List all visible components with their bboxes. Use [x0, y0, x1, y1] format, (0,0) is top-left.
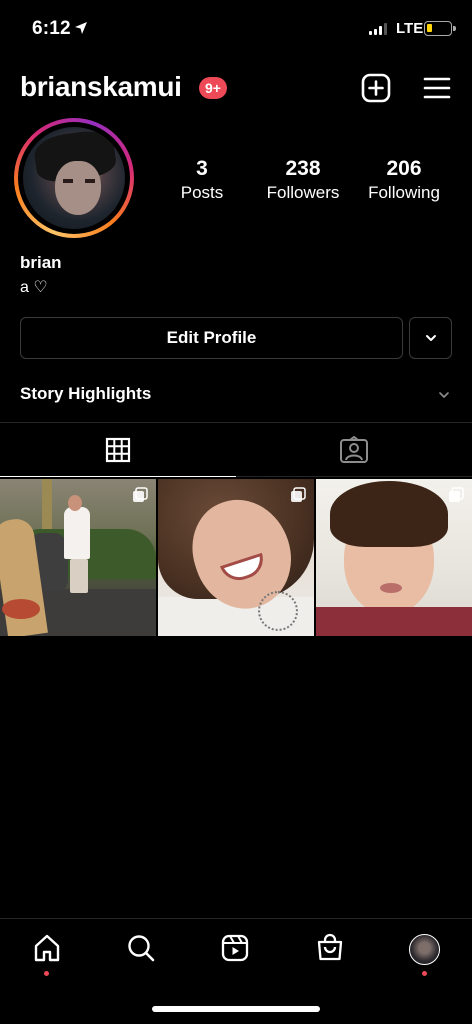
status-time: 6:12 — [32, 18, 71, 39]
shop-icon[interactable] — [315, 933, 345, 963]
home-icon[interactable] — [32, 933, 62, 963]
post-thumbnail[interactable] — [0, 479, 156, 636]
stat-value: 238 — [285, 157, 321, 180]
network-type: LTE — [396, 20, 424, 37]
profile-avatar-story-ring[interactable] — [14, 118, 134, 238]
home-indicator[interactable] — [152, 1006, 320, 1012]
posts-grid — [0, 479, 472, 636]
carousel-icon — [133, 487, 148, 502]
reels-icon[interactable] — [220, 933, 250, 963]
chevron-down-icon — [425, 335, 436, 341]
profile-avatar — [23, 127, 125, 229]
story-highlights-toggle[interactable]: Story Highlights — [20, 384, 151, 404]
search-icon[interactable] — [126, 933, 156, 963]
stat-value: 3 — [196, 157, 208, 180]
status-bar: 6:12 LTE — [0, 0, 472, 58]
post-thumbnail[interactable] — [316, 479, 472, 636]
stat-value: 206 — [386, 157, 422, 180]
profile-display-name: brian — [20, 253, 62, 272]
profile-header: brianskamui 9+ — [0, 64, 472, 114]
carousel-icon — [291, 487, 306, 502]
account-switcher-username[interactable]: brianskamui — [20, 71, 182, 103]
chevron-down-icon[interactable] — [437, 388, 451, 402]
suggested-accounts-button[interactable] — [409, 317, 452, 359]
battery-icon — [424, 21, 456, 36]
stat-label: Following — [368, 183, 440, 202]
stat-followers[interactable]: 238 Followers — [253, 157, 353, 204]
stat-label: Posts — [180, 183, 224, 202]
stat-following[interactable]: 206 Following — [354, 157, 454, 204]
profile-avatar[interactable] — [409, 934, 440, 965]
profile-notification-dot — [422, 971, 427, 976]
tab-posts-grid[interactable] — [0, 423, 236, 477]
post-thumbnail[interactable] — [158, 479, 314, 636]
notification-badge[interactable]: 9+ — [199, 77, 227, 99]
stat-label: Followers — [266, 183, 340, 202]
add-square-icon[interactable] — [360, 72, 392, 104]
profile-bio: a ♡ — [20, 279, 48, 296]
carousel-icon — [449, 487, 464, 502]
tab-tagged[interactable] — [236, 423, 472, 477]
home-notification-dot — [44, 971, 49, 976]
cellular-signal-icon — [369, 23, 387, 35]
grid-icon — [105, 437, 131, 462]
hamburger-menu-icon[interactable] — [421, 72, 453, 104]
location-arrow-icon — [75, 22, 87, 34]
tagged-user-icon — [340, 435, 368, 463]
stat-posts[interactable]: 3 Posts — [152, 157, 252, 204]
edit-profile-button[interactable]: Edit Profile — [20, 317, 403, 359]
